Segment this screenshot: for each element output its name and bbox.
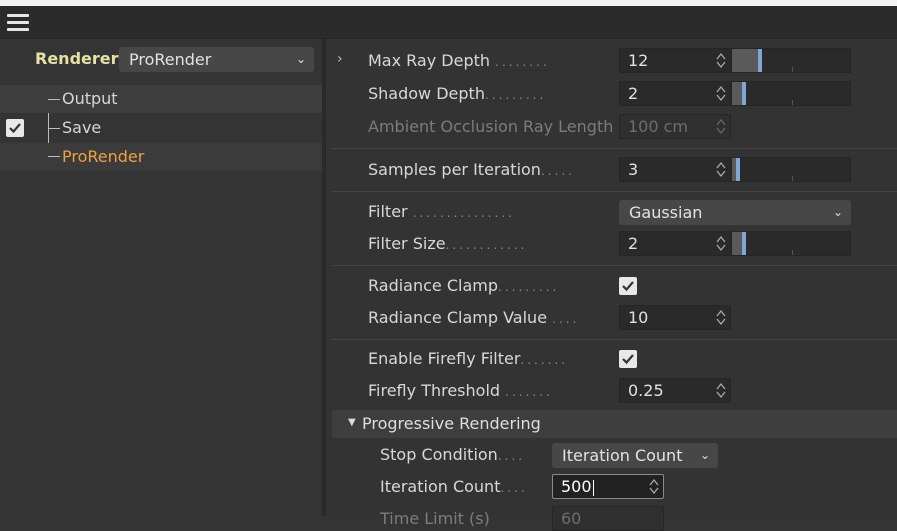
spinner-arrows-icon [716, 235, 726, 252]
radiance-clamp-label: Radiance Clamp......... [368, 276, 560, 295]
samples-per-iteration-label: Samples per Iteration..... [368, 160, 576, 179]
filter-size-field[interactable]: 2 [619, 231, 731, 256]
filter-select[interactable]: Gaussian ⌄ [619, 200, 851, 225]
enable-firefly-filter-label: Enable Firefly Filter....... [368, 349, 569, 368]
renderer-label: Renderer [35, 49, 119, 68]
firefly-threshold-field[interactable]: 0.25 [619, 378, 731, 403]
filter-label: Filter ............... [368, 202, 515, 221]
checkmark-icon [9, 123, 21, 134]
ambient-occlusion-ray-length-label: Ambient Occlusion Ray Length [368, 117, 614, 136]
chevron-down-icon: ⌄ [699, 448, 710, 462]
hamburger-menu-icon[interactable] [7, 14, 31, 32]
time-limit-field: 60 [552, 506, 664, 531]
menu-bar [0, 6, 897, 39]
tree-item-save[interactable]: Save [0, 114, 322, 142]
tree-item-label: Save [62, 118, 102, 137]
radiance-clamp-value-label: Radiance Clamp Value .... [368, 308, 580, 327]
tree-tick [48, 156, 60, 157]
section-separator [332, 191, 897, 192]
section-separator [332, 339, 897, 340]
render-settings-tree-panel: Renderer ProRender ⌄ Output Save ProRend… [0, 39, 322, 516]
radiance-clamp-value-field[interactable]: 10 [619, 305, 731, 330]
shadow-depth-label: Shadow Depth......... [368, 84, 547, 103]
spinner-arrows-icon [716, 85, 726, 102]
samples-per-iteration-slider[interactable] [731, 157, 851, 182]
checkmark-icon [622, 354, 634, 365]
progressive-rendering-title: Progressive Rendering [362, 414, 541, 433]
iteration-count-label: Iteration Count.... [380, 477, 528, 496]
section-separator [332, 265, 897, 266]
tree-tick [48, 99, 60, 100]
shadow-depth-slider[interactable] [731, 81, 851, 106]
progressive-rendering-group-header[interactable]: ▼ Progressive Rendering [332, 410, 897, 438]
chevron-right-icon[interactable]: › [337, 51, 343, 67]
stop-condition-value: Iteration Count [562, 446, 683, 465]
enable-firefly-filter-checkbox[interactable] [619, 350, 637, 368]
chevron-down-icon: ⌄ [832, 205, 843, 219]
tree-item-prorender[interactable]: ProRender [0, 143, 322, 171]
tree-item-label: ProRender [62, 147, 145, 166]
section-separator [332, 148, 897, 149]
filter-select-value: Gaussian [629, 203, 703, 222]
tree-item-label: Output [62, 89, 118, 108]
checkmark-icon [622, 281, 634, 292]
filter-size-slider[interactable] [731, 231, 851, 256]
save-enabled-checkbox[interactable] [6, 119, 24, 137]
shadow-depth-field[interactable]: 2 [619, 81, 731, 106]
stop-condition-select[interactable]: Iteration Count ⌄ [552, 443, 718, 468]
max-ray-depth-field[interactable]: 12 [619, 48, 731, 73]
samples-per-iteration-field[interactable]: 3 [619, 157, 731, 182]
renderer-select[interactable]: ProRender ⌄ [119, 47, 314, 72]
spinner-arrows-icon [716, 118, 726, 135]
prorender-properties-panel: › Max Ray Depth ........ 12 Shadow Depth… [326, 39, 897, 531]
spinner-arrows-icon [716, 382, 726, 399]
tree-tick [48, 128, 60, 129]
filter-size-label: Filter Size............ [368, 234, 528, 253]
spinner-arrows-icon [716, 52, 726, 69]
time-limit-label: Time Limit (s) [380, 509, 490, 528]
ambient-occlusion-ray-length-field: 100 cm [619, 114, 731, 139]
renderer-select-value: ProRender [129, 50, 212, 69]
tree-item-output[interactable]: Output [0, 85, 322, 113]
max-ray-depth-slider[interactable] [731, 48, 851, 73]
chevron-down-icon: ⌄ [295, 52, 306, 66]
spinner-arrows-icon [716, 161, 726, 178]
spinner-arrows-icon [716, 309, 726, 326]
iteration-count-field[interactable]: 500 [552, 474, 664, 499]
radiance-clamp-checkbox[interactable] [619, 277, 637, 295]
triangle-down-icon: ▼ [348, 417, 356, 428]
firefly-threshold-label: Firefly Threshold ....... [368, 381, 553, 400]
text-caret [592, 479, 594, 496]
spinner-arrows-icon [649, 478, 659, 495]
max-ray-depth-label: Max Ray Depth ........ [368, 51, 550, 70]
stop-condition-label: Stop Condition.... [380, 445, 526, 464]
